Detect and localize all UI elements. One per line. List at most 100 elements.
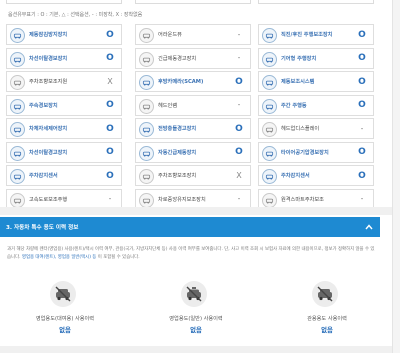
option-value: - — [237, 195, 241, 203]
option-value: X — [236, 171, 242, 180]
hud-icon — [262, 122, 277, 137]
option-row: 차체자세제어장치 O 전방충돌경고장치 O 헤드업디스플레이 - — [6, 118, 380, 139]
parking-assist-icon — [139, 169, 154, 184]
option-row: 제동잠김방지장치 O 어라운드뷰 - 직진/후진 주행보조장치 O — [6, 24, 380, 45]
government-car-icon — [312, 281, 338, 307]
special-use-notice: 과거 해당 차량에 렌터(영업용) 사용(렌트)/택시 이력 여부, 관용(국가… — [7, 246, 377, 262]
option-value: X — [107, 77, 113, 86]
option-item: 긴급제동경고장치 - — [135, 47, 251, 69]
option-row: 차선이탈경보장치 O 긴급제동경고장치 - 기어형 주행장치 O — [6, 47, 380, 69]
usage-rental: 영업용도(대여용) 사용이력 없음 — [20, 281, 110, 341]
usage-label: 관용용도 사용이력 — [307, 316, 347, 322]
option-item: 주차감지센서 O — [6, 165, 122, 186]
option-value: O — [358, 53, 366, 63]
option-value: O — [358, 147, 366, 157]
option-value: - — [108, 195, 112, 203]
option-label: 직진/후진 주행보조장치 — [281, 32, 333, 38]
option-label: 차선이탈경보장치 — [29, 55, 68, 62]
option-label: 주차감지센서 — [29, 173, 58, 179]
highway-assist-icon — [10, 192, 25, 208]
option-value: O — [235, 76, 243, 87]
rental-car-icon — [50, 281, 76, 307]
option-label: 자동긴급제동장치 — [158, 149, 197, 156]
usage-value: 없음 — [190, 326, 202, 334]
lane-center-icon — [139, 192, 154, 208]
option-label: 차로중앙유지보조장치 — [158, 196, 206, 203]
option-item: 제동잠김방지장치 O — [6, 24, 122, 45]
option-row: 차선이탈경고장치 O 자동긴급제동장치 O 타이어공기압경보장치 O — [6, 141, 380, 163]
option-label: 주차조향보조장치 — [158, 173, 197, 179]
daytime-light-icon — [262, 98, 277, 114]
usage-label: 영업용도(대여용) 사용이력 — [35, 316, 95, 322]
option-item: 제동보조시스템 O — [258, 71, 374, 92]
top-table-edge — [0, 0, 400, 4]
top-table-cell — [6, 0, 122, 4]
usage-government: 관용용도 사용이력 없음 — [282, 281, 372, 341]
usage-commercial: 영업용도(일반) 사용이력 없음 — [151, 281, 241, 341]
notice-text-tail: 이 포함될 수 있습니다. — [97, 255, 140, 260]
option-item: 주속경보장치 O — [6, 94, 122, 116]
section-title: 3. 자동차 특수 용도 이력 정보 — [6, 225, 79, 231]
option-label: 어라운드뷰 — [158, 32, 182, 38]
option-row: 주차조향보조지원 X 후방카메라(SCAM) O 제동보조시스템 O — [6, 71, 380, 92]
option-value: O — [106, 170, 114, 181]
auto-brake-icon — [139, 145, 154, 161]
vertical-scrollbar[interactable] — [392, 0, 400, 353]
option-value: O — [106, 123, 114, 134]
option-value: - — [360, 195, 364, 203]
option-value: - — [237, 101, 241, 109]
option-label: 제동잠김방지장치 — [29, 32, 68, 38]
option-item: 차선이탈경고장치 O — [6, 141, 122, 163]
option-item: 주차감지센서 O — [258, 165, 374, 186]
option-item: 주간 주행등 O — [258, 94, 374, 116]
option-item: 어라운드뷰 - — [135, 24, 251, 45]
option-legend: 옵션유무표기 : O : 기본, △ : 선택옵션, - : 미장착, X : … — [8, 12, 143, 18]
top-table-cell — [258, 0, 374, 4]
gear-drive-icon — [262, 51, 277, 67]
option-item: 전방충돌경고장치 O — [135, 118, 251, 139]
lane-departure-icon — [10, 51, 25, 67]
steering-assist-icon — [262, 28, 277, 43]
remote-parking-icon — [262, 192, 277, 208]
option-label: 헤드인램 — [158, 102, 178, 109]
tire-pressure-icon — [262, 145, 277, 161]
head-lamp-icon — [139, 98, 154, 114]
special-use-section-header[interactable]: 3. 자동차 특수 용도 이력 정보 — [0, 217, 380, 237]
option-label: 긴급제동경고장치 — [158, 55, 197, 62]
option-label: 타이어공기압경보장치 — [281, 149, 329, 156]
option-value: O — [358, 100, 366, 110]
around-view-icon — [139, 28, 154, 43]
option-row: 주속경보장치 O 헤드인램 - 주간 주행등 O — [6, 94, 380, 116]
option-label: 전방충돌경고장치 — [158, 126, 197, 132]
option-value: O — [235, 147, 243, 157]
usage-value: 없음 — [59, 326, 71, 334]
option-label: 원격스마트주차보조 — [281, 196, 324, 203]
notice-highlight: 영업용 대여(렌트), 영업용 일반(택시) 등 — [21, 255, 97, 260]
option-label: 고속도로보조주행 — [29, 196, 68, 203]
option-value: O — [358, 170, 366, 181]
option-row: 주차감지센서 O 주차조향보조장치 X 주차감지센서 O — [6, 165, 380, 186]
parking-sensor-2-icon — [262, 169, 277, 184]
option-label: 주속경보장치 — [29, 102, 58, 109]
option-item: 직진/후진 주행보조장치 O — [258, 24, 374, 45]
option-label: 제동보조시스템 — [281, 79, 315, 85]
option-item: 차체자세제어장치 O — [6, 118, 122, 139]
option-label: 후방카메라(SCAM) — [158, 79, 204, 85]
option-item: 타이어공기압경보장치 O — [258, 141, 374, 163]
forward-collision-icon — [139, 122, 154, 137]
lane-warning-icon — [10, 145, 25, 161]
usage-label: 영업용도(일반) 사용이력 — [169, 316, 223, 322]
section-divider — [0, 207, 400, 215]
option-item: 차선이탈경보장치 O — [6, 47, 122, 69]
option-value: O — [106, 100, 114, 110]
stability-control-icon — [10, 122, 25, 137]
speed-warning-icon — [10, 98, 25, 114]
chevron-up-icon[interactable] — [364, 222, 374, 232]
option-value: - — [237, 30, 241, 39]
option-label: 차체자세제어장치 — [29, 126, 68, 132]
option-label: 주간 주행등 — [281, 102, 307, 109]
option-label: 헤드업디스플레이 — [281, 126, 320, 132]
parking-steer-icon — [10, 75, 25, 90]
option-value: - — [360, 124, 364, 133]
option-value: - — [237, 54, 241, 62]
